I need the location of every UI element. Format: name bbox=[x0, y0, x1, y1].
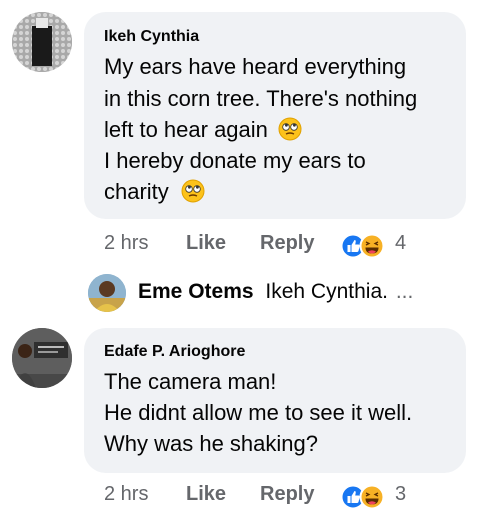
like-button[interactable]: Like bbox=[186, 483, 226, 506]
comment-text: left to hear again bbox=[104, 117, 268, 142]
comment-actions: 2 hrs Like Reply 4 bbox=[104, 232, 424, 262]
reply-author[interactable]: Eme Otems bbox=[138, 280, 254, 303]
commenter-avatar[interactable] bbox=[12, 328, 72, 388]
like-button[interactable]: Like bbox=[186, 232, 226, 255]
rolling-eyes-emoji-icon bbox=[181, 179, 205, 203]
reaction-summary[interactable] bbox=[340, 484, 388, 510]
reaction-icons bbox=[340, 484, 385, 510]
profile-photo-icon bbox=[88, 274, 126, 312]
reply-author-avatar[interactable] bbox=[88, 274, 126, 312]
comment-text-line: He didnt allow me to see it well. bbox=[104, 400, 413, 425]
comment-text-line: left to hear again bbox=[104, 115, 302, 145]
reaction-count[interactable]: 3 bbox=[395, 483, 406, 506]
comment-text-line: in this corn tree. There's nothing bbox=[104, 86, 418, 111]
reply-preview[interactable]: Eme Otems Ikeh Cynthia. ... bbox=[138, 280, 468, 310]
rolling-eyes-emoji-icon bbox=[278, 117, 302, 141]
haha-reaction-icon bbox=[359, 484, 385, 510]
comment-text-line: I hereby donate my ears to bbox=[104, 148, 366, 173]
comment-text-line: charity bbox=[104, 177, 205, 207]
reaction-count[interactable]: 4 bbox=[395, 232, 406, 255]
comment-author[interactable]: Edafe P. Arioghore bbox=[104, 343, 245, 361]
comment-text-line: Why was he shaking? bbox=[104, 431, 318, 456]
reply-button[interactable]: Reply bbox=[260, 232, 314, 255]
reaction-icons bbox=[340, 233, 385, 259]
comment-actions: 2 hrs Like Reply 3 bbox=[104, 483, 424, 513]
comment-text: charity bbox=[104, 179, 169, 204]
profile-photo-icon bbox=[12, 328, 72, 388]
comment-author[interactable]: Ikeh Cynthia bbox=[104, 28, 199, 46]
comment-timestamp[interactable]: 2 hrs bbox=[104, 483, 148, 506]
haha-reaction-icon bbox=[359, 233, 385, 259]
comment-text-line: My ears have heard everything bbox=[104, 54, 407, 79]
reply-more[interactable]: ... bbox=[396, 280, 414, 303]
reply-button[interactable]: Reply bbox=[260, 483, 314, 506]
comment-text-line: The camera man! bbox=[104, 369, 277, 394]
commenter-avatar[interactable] bbox=[12, 12, 72, 72]
comment-timestamp[interactable]: 2 hrs bbox=[104, 232, 148, 255]
profile-photo-icon bbox=[12, 12, 72, 72]
reaction-summary[interactable] bbox=[340, 233, 388, 259]
reply-text: Ikeh Cynthia. bbox=[265, 280, 388, 303]
